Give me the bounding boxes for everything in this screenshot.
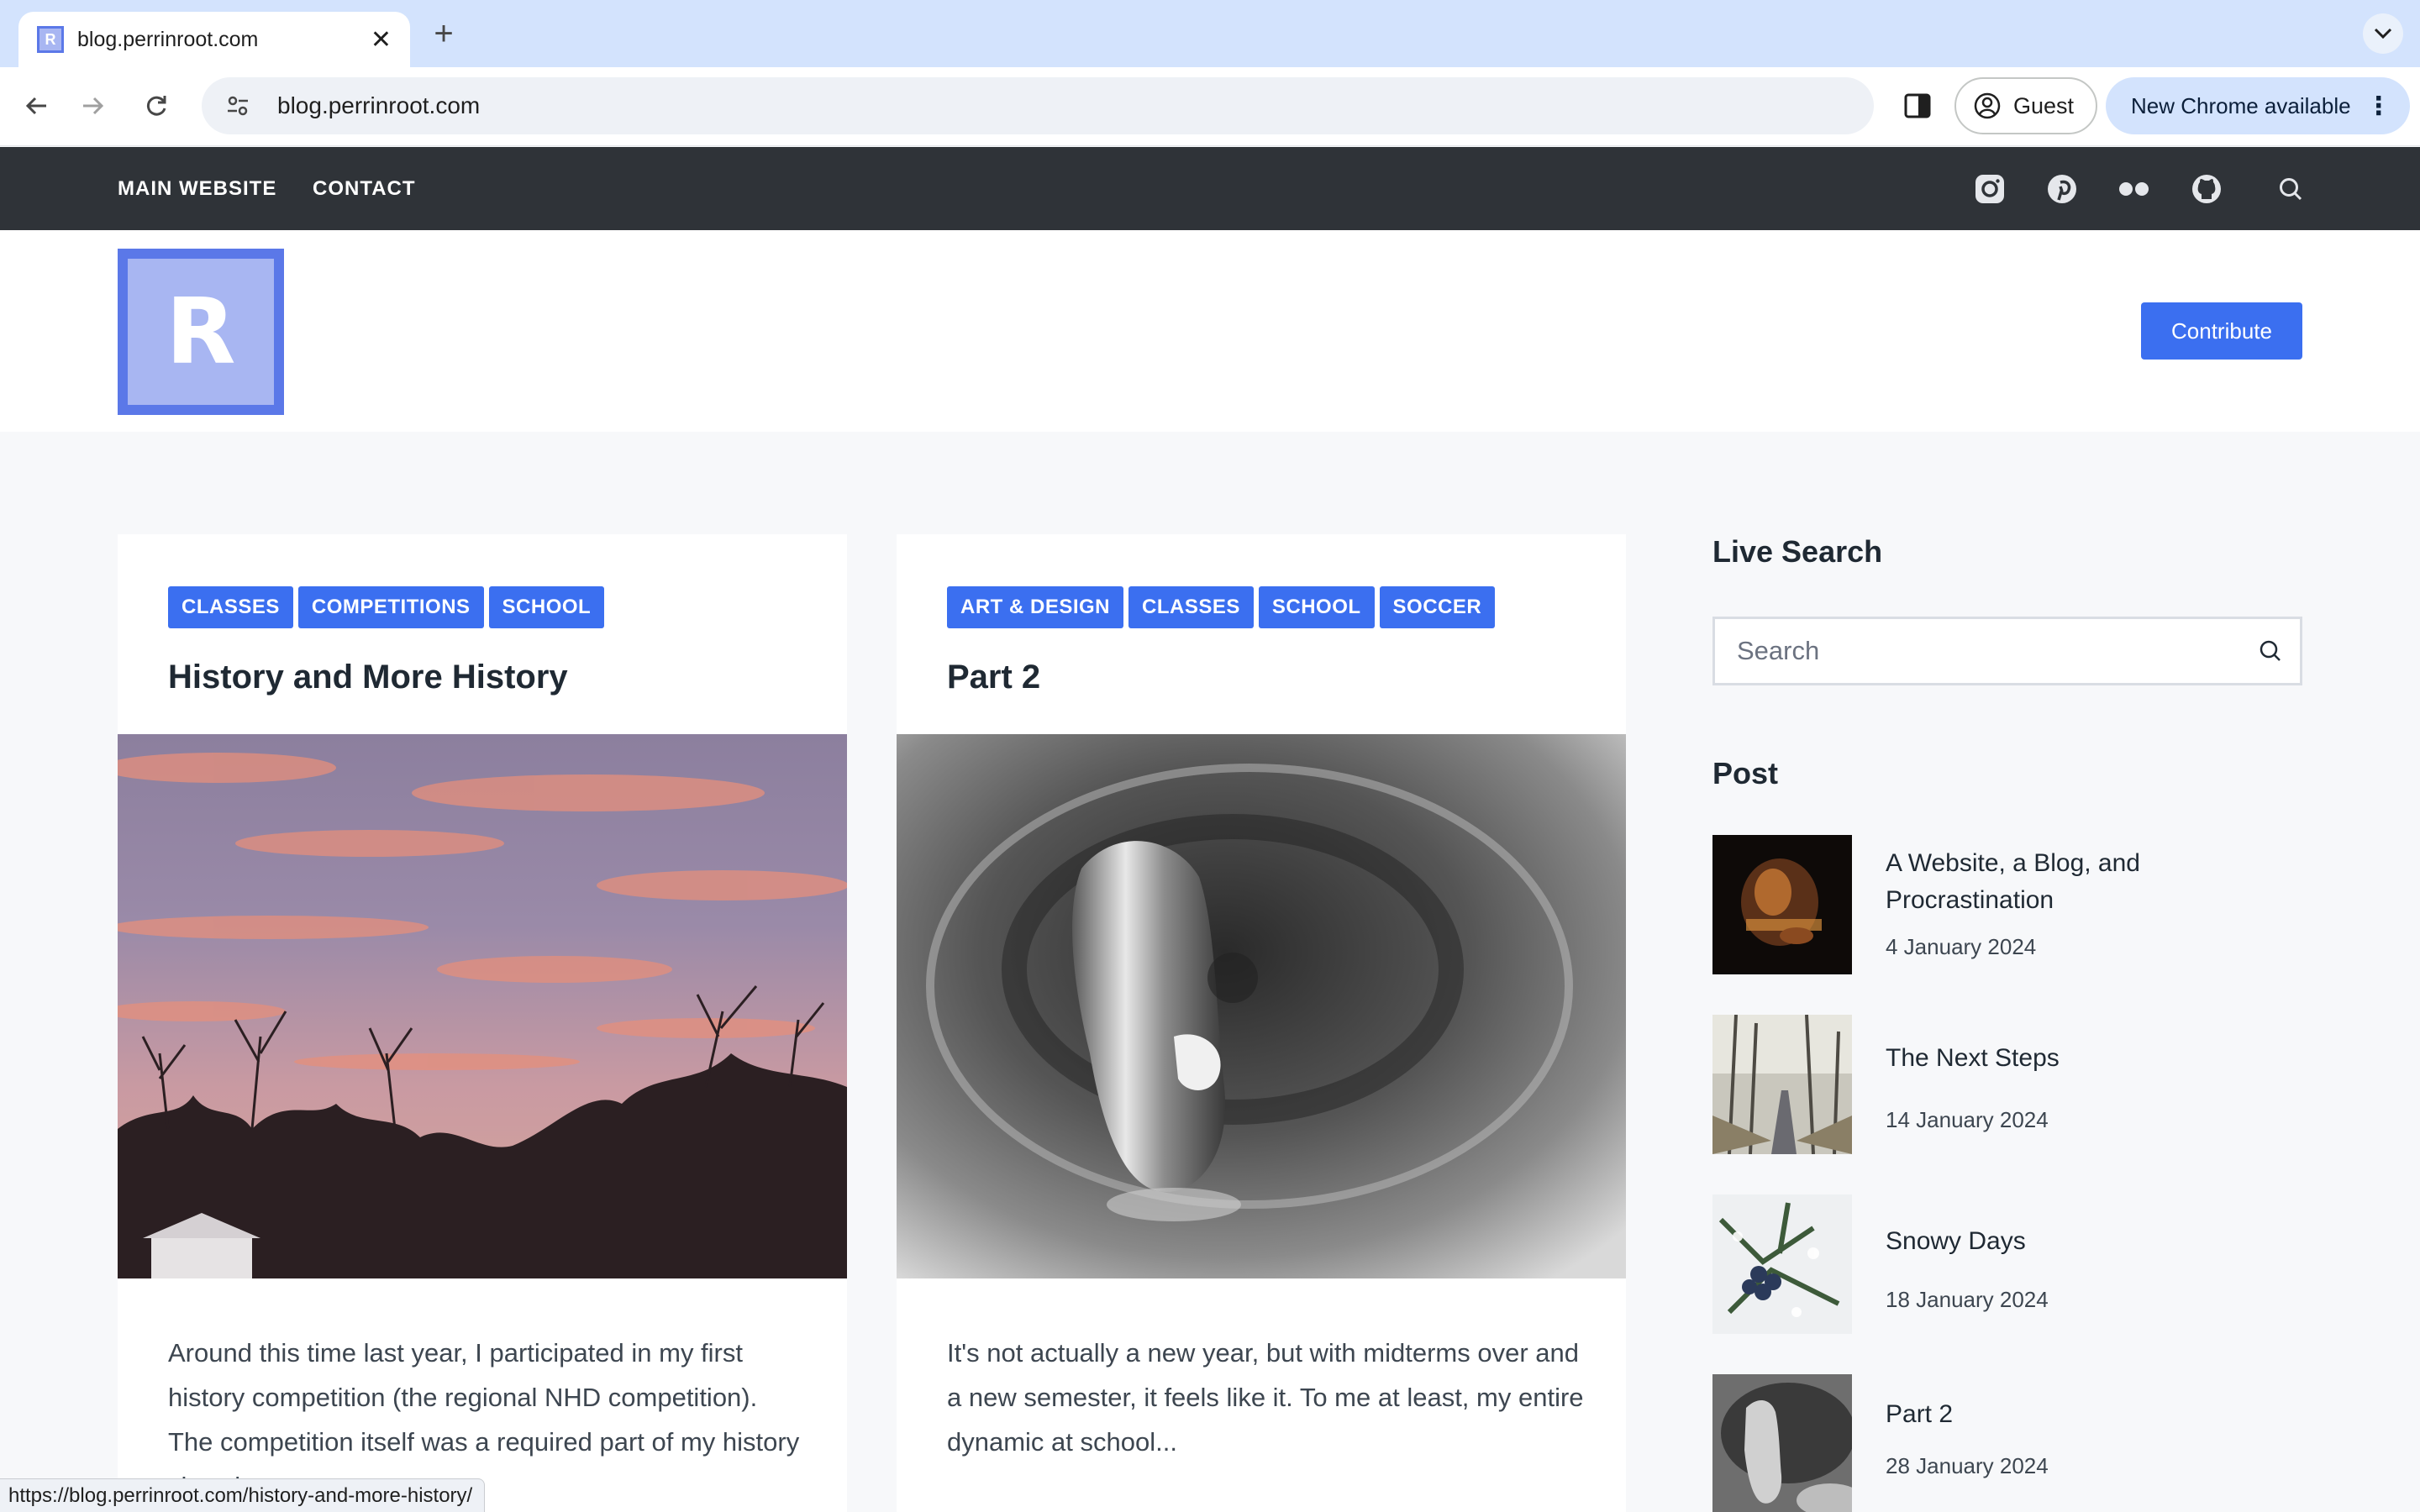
search-input[interactable] [1737,636,2241,666]
recent-post-item[interactable]: Snowy Days 18 January 2024 [1712,1194,2302,1334]
reload-icon [146,96,166,116]
update-label: New Chrome available [2131,92,2351,118]
recent-post-thumbnail[interactable] [1712,1015,1852,1154]
instagram-icon[interactable] [1973,172,2007,206]
recent-post-item[interactable]: Part 2 28 January 2024 [1712,1374,2302,1512]
post-title[interactable]: History and More History [168,659,568,696]
profile-button[interactable]: Guest [1954,77,2097,134]
address-url: blog.perrinroot.com [277,92,481,118]
tag-competitions[interactable]: COMPETITIONS [297,586,484,628]
recent-post-item[interactable]: The Next Steps 14 January 2024 [1712,1015,2302,1154]
back-button[interactable] [17,86,57,126]
update-chrome-button[interactable]: New Chrome available ⋮ [2106,77,2410,134]
recent-post-thumbnail[interactable] [1712,1374,1852,1512]
recent-post-thumbnail[interactable] [1712,835,1852,974]
tag-classes[interactable]: CLASSES [168,586,293,628]
contribute-button[interactable]: Contribute [2141,302,2302,360]
side-panel-button[interactable] [1899,87,1936,124]
site-settings-icon[interactable] [224,92,252,120]
recent-post-date: 4 January 2024 [1886,934,2037,959]
pinterest-icon[interactable] [2045,172,2079,206]
person-icon [1974,92,2001,119]
profile-label: Guest [2013,92,2075,118]
chevron-down-icon [2374,28,2392,39]
site-topbar: MAIN WEBSITE CONTACT [0,147,2420,230]
new-tab-button[interactable]: + [427,13,460,54]
kebab-menu-icon[interactable]: ⋮ [2366,92,2391,121]
recent-post-date: 18 January 2024 [1886,1287,2049,1312]
post-card: CLASSES COMPETITIONS SCHOOL History and … [118,534,847,1512]
tab-title: blog.perrinroot.com [77,27,259,51]
nav-contact[interactable]: CONTACT [313,177,416,201]
tab-search-button[interactable] [2363,13,2403,54]
tag-art-design[interactable]: ART & DESIGN [947,586,1124,628]
browser-toolbar: blog.perrinroot.com Guest New Chrome ava… [0,67,2420,146]
recent-post-title[interactable]: A Website, a Blog, and Procrastination [1886,845,2255,919]
search-icon[interactable] [2274,172,2307,206]
search-icon [2260,640,2281,661]
recent-post-title[interactable]: The Next Steps [1886,1040,2255,1077]
post-tags: ART & DESIGN CLASSES SCHOOL SOCCER [947,586,1496,628]
post-image-sunset[interactable] [118,734,847,1278]
arrow-left-icon [25,97,46,115]
reload-button[interactable] [136,86,176,126]
post-excerpt: It's not actually a new year, but with m… [947,1338,1584,1457]
tag-classes[interactable]: CLASSES [1128,586,1254,628]
live-search-title: Live Search [1712,534,1883,569]
tag-school[interactable]: SCHOOL [1258,586,1375,628]
recent-post-title[interactable]: Snowy Days [1886,1223,2255,1260]
recent-post-date: 28 January 2024 [1886,1453,2049,1478]
search-submit-button[interactable] [2241,638,2300,664]
tag-soccer[interactable]: SOCCER [1379,586,1496,628]
arrow-right-icon [83,97,104,115]
forward-button[interactable] [72,86,113,126]
recent-post-thumbnail[interactable] [1712,1194,1852,1334]
nav-main-website[interactable]: MAIN WEBSITE [118,177,276,201]
post-title[interactable]: Part 2 [947,659,1040,696]
post-tags: CLASSES COMPETITIONS SCHOOL [168,586,605,628]
github-icon[interactable] [2190,172,2223,206]
live-search-box [1712,617,2302,685]
post-image-fountain[interactable] [897,734,1626,1278]
post-widget-title: Post [1712,756,1779,790]
recent-post-item[interactable]: A Website, a Blog, and Procrastination 4… [1712,835,2302,974]
browser-tab[interactable]: R blog.perrinroot.com ✕ [18,12,410,67]
tab-close-icon[interactable]: ✕ [371,25,392,55]
site-header: R Contribute [0,230,2420,432]
site-favicon-icon: R [37,26,64,53]
tag-school[interactable]: SCHOOL [488,586,605,628]
address-bar[interactable]: blog.perrinroot.com [202,77,1874,134]
flickr-icon[interactable] [2118,172,2151,206]
side-panel-icon [1904,93,1931,118]
site-logo[interactable]: R [118,249,284,415]
link-status-bubble: https://blog.perrinroot.com/history-and-… [0,1478,486,1512]
recent-post-title[interactable]: Part 2 [1886,1396,2255,1433]
post-card: ART & DESIGN CLASSES SCHOOL SOCCER Part … [897,534,1626,1512]
recent-post-date: 14 January 2024 [1886,1107,2049,1132]
browser-tabstrip: R blog.perrinroot.com ✕ + [0,0,2420,67]
